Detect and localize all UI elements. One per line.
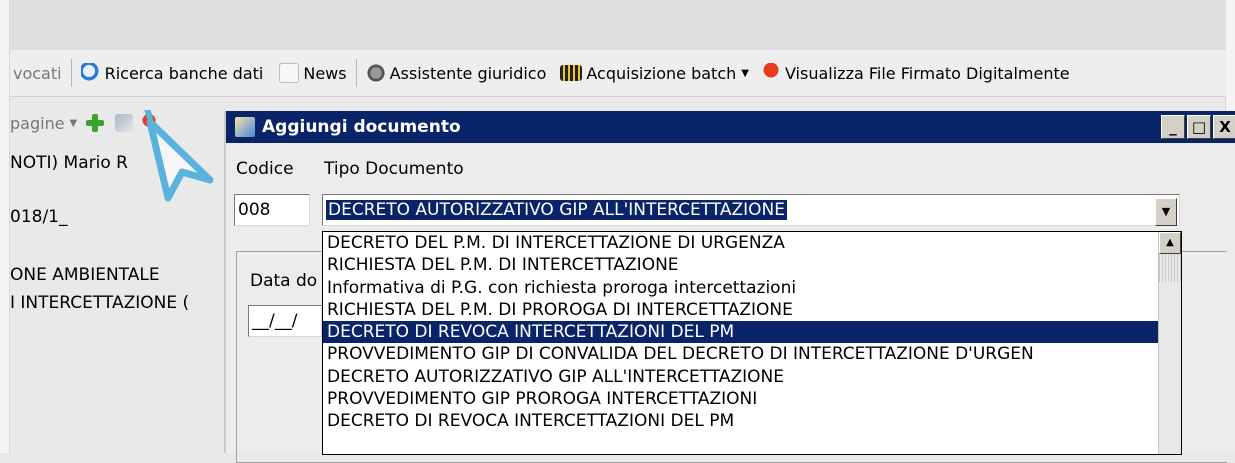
batch-icon [560,65,583,81]
wrench-icon [365,63,386,83]
minimize-button[interactable]: _ [1161,115,1185,139]
ricerca-banche-dati-label: Ricerca banche dati [104,63,264,83]
dropdown-scrollbar[interactable]: ▲ [1158,232,1181,454]
ribbon-icon [760,63,781,83]
chevron-down-icon[interactable]: ▼ [1155,198,1177,226]
main-toolbar: vocati Ricerca banche dati News Assisten… [10,50,1226,97]
dropdown-option[interactable]: Informativa di P.G. con richiesta prorog… [323,277,1181,299]
case-line: NOTI) Mario R [10,153,128,173]
news-icon [279,63,300,83]
dropdown-option[interactable]: RICHIESTA DEL P.M. DI INTERCETTAZIONE [323,254,1181,276]
ricerca-banche-dati-button[interactable]: Ricerca banche dati [78,56,267,90]
chevron-down-icon[interactable]: ▼ [70,118,78,129]
data-documento-label: Data do [250,271,318,291]
case-line: 018/1_ [10,207,68,227]
assistente-giuridico-label: Assistente giuridico [389,63,547,83]
toolbar-avvocati-label: vocati [13,63,62,83]
data-documento-input[interactable]: __/__/ [248,305,322,337]
codice-input[interactable]: 008 [234,194,310,226]
tipo-documento-dropdown: DECRETO DEL P.M. DI INTERCETTAZIONE DI U… [322,231,1182,455]
aggiungi-documento-dialog: Aggiungi documento _ □ X Codice Tipo Doc… [224,111,1235,463]
news-button[interactable]: News [276,56,349,90]
assistente-giuridico-button[interactable]: Assistente giuridico [363,56,550,90]
acquisizione-batch-button[interactable]: Acquisizione batch ▼ [557,56,752,90]
codice-label: Codice [236,159,294,179]
toolbar-avvocati[interactable]: vocati [10,56,65,90]
toolbar-separator [70,59,72,87]
dialog-title-bar[interactable]: Aggiungi documento _ □ X [226,111,1235,143]
document-edit-icon [235,117,255,137]
edit-icon[interactable] [115,114,134,132]
screen-frame-left [0,0,10,453]
case-line: ONE AMBIENTALE [10,265,160,285]
maximize-button[interactable]: □ [1187,115,1211,139]
add-icon[interactable] [85,113,105,133]
dropdown-option[interactable]: DECRETO DI REVOCA INTERCETTAZIONI DEL PM [323,410,1181,432]
visualizza-file-firmato-button[interactable]: Visualizza File Firmato Digitalmente [758,56,1073,90]
chevron-down-icon[interactable]: ▼ [741,68,749,79]
news-label: News [303,63,347,83]
pointer-cursor-icon [144,110,214,202]
window-controls: _ □ X [1159,115,1235,139]
dropdown-option[interactable]: DECRETO DI REVOCA INTERCETTAZIONI DEL PM [323,321,1181,344]
search-icon [80,63,101,83]
tipo-documento-label: Tipo Documento [324,159,464,179]
acquisizione-batch-label: Acquisizione batch [586,63,737,83]
tipo-documento-select[interactable]: DECRETO AUTORIZZATIVO GIP ALL'INTERCETTA… [322,194,1180,226]
dropdown-list: DECRETO DEL P.M. DI INTERCETTAZIONE DI U… [323,232,1181,433]
tipo-documento-selected: DECRETO AUTORIZZATIVO GIP ALL'INTERCETTA… [326,200,787,220]
case-line: I INTERCETTAZIONE ( [10,293,190,313]
dropdown-option[interactable]: DECRETO DEL P.M. DI INTERCETTAZIONE DI U… [323,232,1181,254]
visualizza-file-firmato-label: Visualizza File Firmato Digitalmente [784,63,1070,83]
close-button[interactable]: X [1213,115,1235,139]
app-top-bar [10,0,1226,50]
toolbar-separator [355,59,357,87]
pagine-menu[interactable]: pagine [10,114,65,133]
dropdown-option[interactable]: RICHIESTA DEL P.M. DI PROROGA DI INTERCE… [323,299,1181,321]
dropdown-option[interactable]: PROVVEDIMENTO GIP PROROGA INTERCETTAZION… [323,388,1181,410]
scroll-up-icon[interactable]: ▲ [1159,232,1181,254]
dialog-title: Aggiungi documento [262,117,461,137]
dropdown-option[interactable]: DECRETO AUTORIZZATIVO GIP ALL'INTERCETTA… [323,366,1181,388]
dropdown-option[interactable]: PROVVEDIMENTO GIP DI CONVALIDA DEL DECRE… [323,343,1181,365]
scrollbar-thumb[interactable] [1159,254,1181,282]
